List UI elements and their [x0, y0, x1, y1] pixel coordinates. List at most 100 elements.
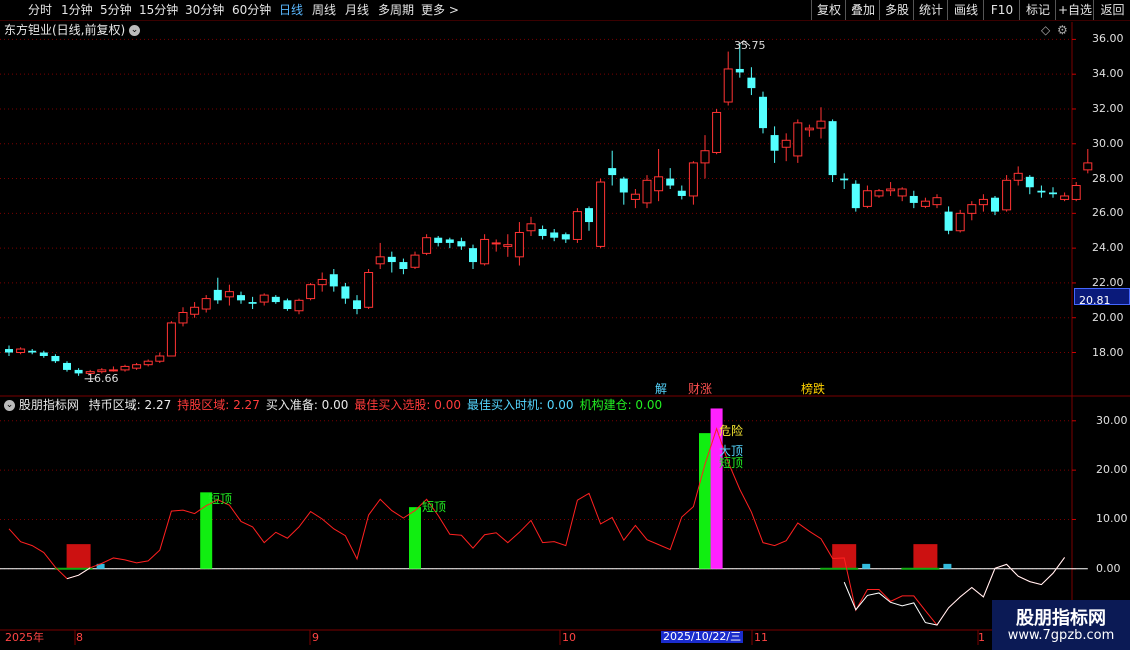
date-label-dec: 1 [978, 631, 985, 644]
green-bar [409, 507, 421, 569]
candle-body [666, 178, 675, 186]
candle-body [944, 211, 953, 231]
candle-body [642, 179, 652, 204]
candle-body [1025, 176, 1034, 188]
candle-body [654, 176, 664, 192]
watermark-logo: 股朋指标网 www.7gpzb.com [992, 600, 1130, 650]
candle-body [747, 77, 756, 89]
candle-body [283, 300, 292, 310]
candle-body [932, 197, 942, 206]
indicator-name[interactable]: 股朋指标网 [19, 398, 79, 412]
price-tick-label: 30.00 [1092, 136, 1124, 150]
candle-body [967, 204, 977, 214]
price-tick-label: 26.00 [1092, 206, 1124, 220]
candle-body [5, 349, 13, 353]
chevron-down-icon[interactable]: ⌄ [129, 25, 141, 36]
low-price-label: 16.66 [87, 372, 119, 385]
candle-body [596, 181, 606, 247]
candle-body [862, 190, 872, 207]
candle-body [63, 362, 71, 370]
candle-body [294, 299, 304, 312]
candle-body [28, 350, 37, 353]
candle-body [526, 223, 536, 232]
settings-icon[interactable]: ⚙ [1057, 23, 1068, 37]
indicator-item-5: 机构建仓: 0.00 [579, 398, 663, 412]
candle-body [422, 237, 432, 254]
indicator-tick-label: 30.00 [1096, 413, 1128, 427]
candle-body [375, 256, 385, 265]
stock-title-text: 东方钽业(日线,前复权) [4, 23, 126, 37]
indicator-item-1: 持股区域: 2.27 [177, 398, 260, 412]
candle-body [132, 364, 142, 369]
current-price-tag: 20.81 [1074, 288, 1130, 307]
candle-body [491, 242, 501, 245]
diamond-icon[interactable]: ◇ [1041, 23, 1050, 37]
indicator-item-3: 最佳买入选股: 0.00 [354, 398, 461, 412]
candle-body [608, 168, 617, 176]
kline-chart[interactable] [0, 0, 1130, 650]
candle-body [39, 352, 48, 356]
candle-body [190, 306, 200, 315]
candle-body [259, 294, 269, 303]
annotation-short-top-1: 短顶 [208, 492, 233, 506]
indicator-item-4: 最佳买入时机: 0.00 [466, 398, 574, 412]
price-tick-label: 34.00 [1092, 67, 1124, 81]
candle-body [16, 348, 26, 354]
candle-body [723, 68, 733, 103]
indicator-tick-label: 20.00 [1096, 463, 1128, 477]
candle-body [1037, 190, 1046, 193]
indicator-line-red [8, 427, 1066, 626]
cyan-marker [943, 563, 952, 569]
candle-body [503, 244, 513, 247]
high-price-label: 35.75 [734, 39, 766, 52]
candle-body [364, 271, 374, 308]
cyan-marker [862, 563, 871, 569]
candle-body [874, 190, 884, 197]
candle-body [237, 295, 245, 301]
candle-body [178, 312, 188, 324]
event-marker-earnings[interactable]: 财涨 [688, 382, 712, 396]
candle-body [688, 162, 698, 197]
date-cursor-label: 2025/10/22/三 [661, 630, 744, 643]
date-label-aug: 8 [76, 631, 83, 644]
candle-body [317, 278, 327, 286]
date-label-sep: 9 [312, 631, 319, 644]
candle-body [920, 200, 930, 207]
candle-body [166, 322, 176, 357]
candle-body [1071, 185, 1081, 200]
candle-body [399, 262, 408, 270]
candle-body [445, 239, 454, 243]
candle-body [619, 178, 628, 193]
candle-body [550, 232, 559, 238]
candle-body [804, 127, 814, 131]
price-tick-label: 20.00 [1092, 310, 1124, 324]
candle-body [886, 188, 896, 192]
red-block [66, 544, 91, 569]
candle-body [781, 139, 791, 148]
candle-body [469, 248, 477, 263]
candle-body [306, 284, 316, 300]
chevron-down-icon[interactable]: ⌄ [4, 400, 15, 411]
candle-body [213, 289, 222, 301]
candle-body [955, 212, 965, 232]
candle-body [1049, 192, 1057, 195]
candle-body [457, 241, 466, 247]
candle-body [770, 135, 779, 151]
candle-body [434, 237, 443, 243]
candle-body [759, 96, 767, 129]
stock-title[interactable]: 东方钽业(日线,前复权) ⌄ [4, 23, 141, 37]
indicator-tick-label: 10.00 [1096, 512, 1128, 526]
event-marker-ranking[interactable]: 榜跌 [801, 382, 825, 396]
date-label-oct: 10 [562, 631, 576, 644]
candle-body [1013, 172, 1023, 181]
current-price-value: 20.81 [1079, 294, 1111, 307]
price-tick-label: 24.00 [1092, 241, 1124, 255]
candle-body [224, 291, 234, 298]
candle-body [909, 195, 918, 203]
indicator-item-0: 持币区域: 2.27 [88, 398, 172, 412]
event-marker-unlock[interactable]: 解 [655, 382, 667, 396]
candle-body [387, 256, 396, 263]
candle-body [120, 365, 130, 371]
candle-body [108, 369, 118, 372]
candle-body [271, 296, 280, 303]
